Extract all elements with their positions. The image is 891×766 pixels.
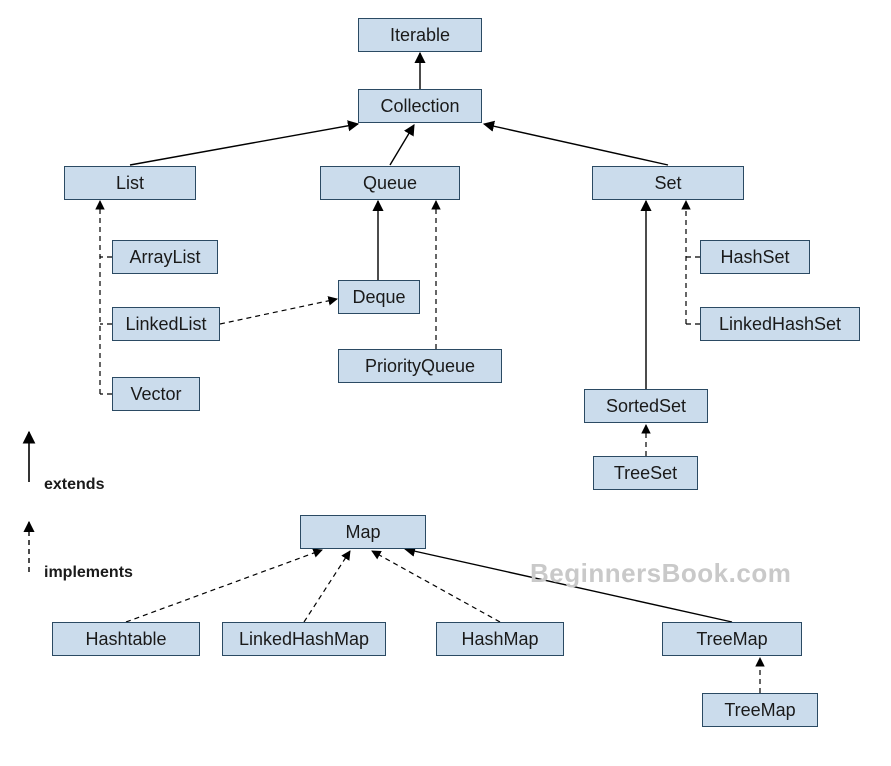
legend-implements: implements (44, 564, 133, 582)
node-label: Map (345, 522, 380, 543)
node-treemap2: TreeMap (702, 693, 818, 727)
node-vector: Vector (112, 377, 200, 411)
node-label: Queue (363, 173, 417, 194)
node-label: Iterable (390, 25, 450, 46)
node-linkedhashmap: LinkedHashMap (222, 622, 386, 656)
node-map: Map (300, 515, 426, 549)
node-label: Hashtable (85, 629, 166, 650)
watermark-text: BeginnersBook.com (530, 558, 791, 589)
node-label: HashSet (720, 247, 789, 268)
node-priorityqueue: PriorityQueue (338, 349, 502, 383)
node-label: TreeSet (614, 463, 677, 484)
node-label: LinkedList (125, 314, 206, 335)
node-treeset: TreeSet (593, 456, 698, 490)
node-sortedset: SortedSet (584, 389, 708, 423)
node-arraylist: ArrayList (112, 240, 218, 274)
node-label: Set (654, 173, 681, 194)
node-hashset: HashSet (700, 240, 810, 274)
node-label: ArrayList (129, 247, 200, 268)
node-treemap: TreeMap (662, 622, 802, 656)
node-hashmap: HashMap (436, 622, 564, 656)
node-hashtable: Hashtable (52, 622, 200, 656)
node-label: PriorityQueue (365, 356, 475, 377)
node-label: HashMap (461, 629, 538, 650)
node-label: LinkedHashSet (719, 314, 841, 335)
node-label: LinkedHashMap (239, 629, 369, 650)
legend-extends: extends (44, 476, 104, 494)
node-label: TreeMap (724, 700, 795, 721)
node-set: Set (592, 166, 744, 200)
node-list: List (64, 166, 196, 200)
node-label: List (116, 173, 144, 194)
node-deque: Deque (338, 280, 420, 314)
node-label: Vector (130, 384, 181, 405)
node-linkedhashset: LinkedHashSet (700, 307, 860, 341)
node-linkedlist: LinkedList (112, 307, 220, 341)
node-label: Collection (380, 96, 459, 117)
node-label: Deque (352, 287, 405, 308)
node-collection: Collection (358, 89, 482, 123)
node-label: TreeMap (696, 629, 767, 650)
node-queue: Queue (320, 166, 460, 200)
node-iterable: Iterable (358, 18, 482, 52)
node-label: SortedSet (606, 396, 686, 417)
